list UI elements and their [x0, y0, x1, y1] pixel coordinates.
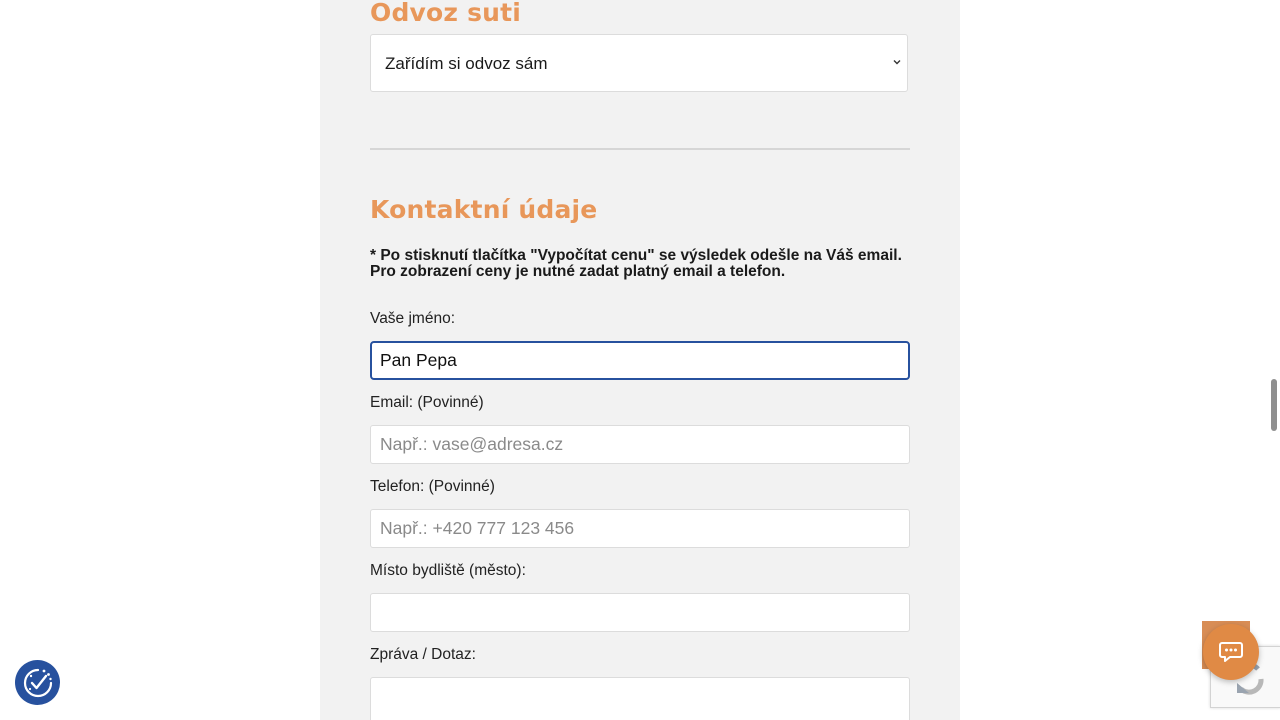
email-label: Email: (Povinné) — [370, 394, 484, 411]
phone-label: Telefon: (Povinné) — [370, 478, 495, 495]
chat-bubble-icon — [1219, 642, 1243, 662]
calculator-form: Odvoz suti Zařídím si odvoz sám Kontaktn… — [320, 0, 960, 720]
name-label: Vaše jméno: — [370, 310, 456, 327]
section-divider — [370, 148, 910, 150]
chevron-down-icon — [893, 60, 901, 65]
city-label: Místo bydliště (město): — [370, 562, 526, 579]
disposal-section-title: Odvoz suti — [370, 0, 522, 27]
contact-section-title: Kontaktní údaje — [370, 195, 598, 224]
cookie-consent-icon — [23, 668, 52, 697]
phone-input[interactable] — [370, 509, 910, 548]
price-notice: * Po stisknutí tlačítka "Vypočítat cenu"… — [370, 247, 902, 280]
disposal-select-value: Zařídím si odvoz sám — [385, 54, 548, 73]
scrollbar-thumb[interactable] — [1271, 379, 1277, 431]
name-input[interactable] — [370, 341, 910, 380]
disposal-select[interactable]: Zařídím si odvoz sám — [370, 34, 908, 92]
message-textarea[interactable] — [370, 677, 910, 720]
email-input[interactable] — [370, 425, 910, 464]
chat-button[interactable] — [1203, 624, 1259, 680]
city-input[interactable] — [370, 593, 910, 632]
page: Odvoz suti Zařídím si odvoz sám Kontaktn… — [0, 0, 1280, 720]
message-label: Zpráva / Dotaz: — [370, 646, 476, 663]
cookie-settings-button[interactable] — [15, 660, 60, 705]
